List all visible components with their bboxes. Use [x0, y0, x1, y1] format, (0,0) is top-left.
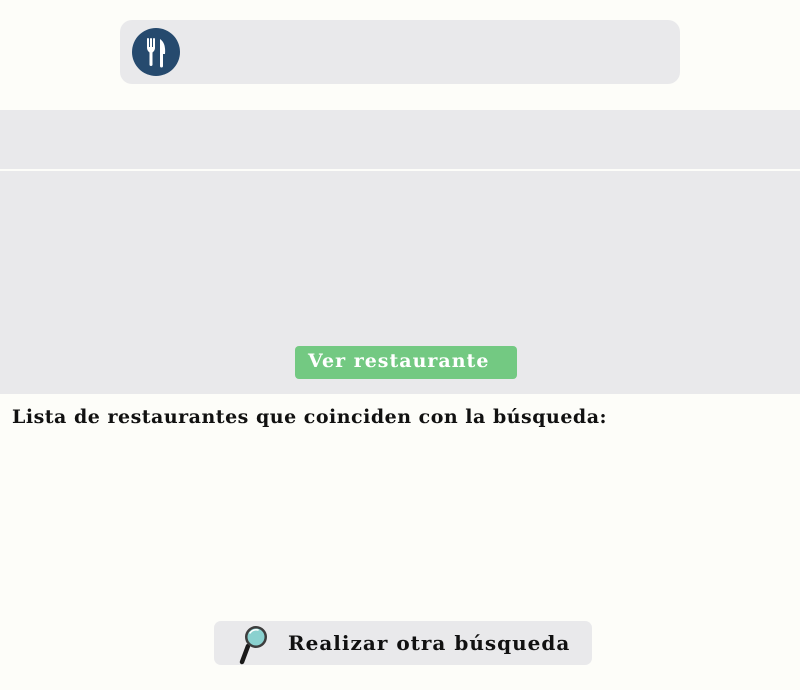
header-bar [120, 20, 680, 84]
search-again-label: Realizar otra búsqueda [288, 631, 571, 655]
restaurant-panel: Ver restaurante [0, 110, 800, 394]
view-restaurant-button[interactable]: Ver restaurante [295, 346, 517, 379]
search-again-button[interactable]: Realizar otra búsqueda [214, 621, 592, 665]
magnifier-icon [236, 624, 270, 666]
fork-knife-icon [132, 28, 180, 76]
results-heading: Lista de restaurantes que coinciden con … [12, 406, 608, 428]
panel-divider [0, 169, 800, 171]
